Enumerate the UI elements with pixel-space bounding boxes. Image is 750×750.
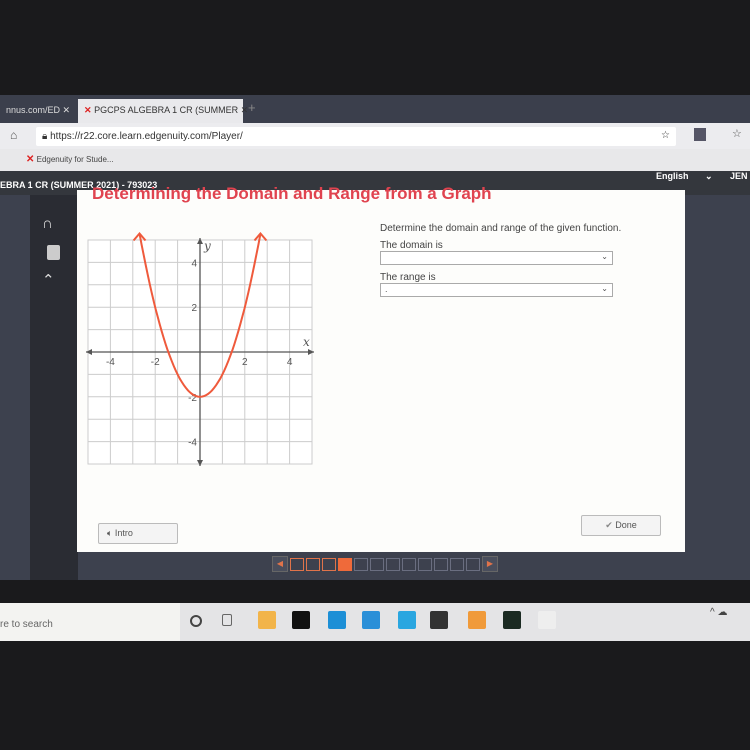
progress-step[interactable] bbox=[386, 557, 400, 571]
extension-icon[interactable] bbox=[694, 128, 706, 141]
x-tick-label: 2 bbox=[242, 357, 248, 368]
search-placeholder: re to search bbox=[0, 619, 53, 630]
language-select[interactable]: English ⌄ bbox=[656, 171, 713, 182]
progress-step[interactable] bbox=[434, 557, 448, 571]
range-select[interactable]: . ⌄ bbox=[380, 283, 613, 297]
y-tick-label: -4 bbox=[188, 438, 197, 449]
done-button[interactable]: ✔ Done bbox=[581, 515, 661, 536]
lock-icon: 🔒︎ bbox=[42, 131, 48, 142]
bookmark-label: Edgenuity for Stude... bbox=[36, 155, 114, 164]
check-icon: ✔ bbox=[605, 520, 613, 530]
system-tray-icon[interactable]: ^ ☁ bbox=[710, 607, 727, 618]
edge-icon[interactable] bbox=[328, 611, 346, 629]
question-prompt: Determine the domain and range of the gi… bbox=[380, 223, 622, 234]
taskbar: re to search ^ ☁ bbox=[0, 603, 750, 641]
progress-step[interactable] bbox=[306, 557, 320, 571]
intro-button[interactable]: 🔈︎ Intro bbox=[98, 523, 178, 544]
file-explorer-icon[interactable] bbox=[258, 611, 276, 629]
bookmarks-bar: ✕ Edgenuity for Stude... bbox=[0, 149, 750, 171]
game-icon[interactable] bbox=[468, 611, 486, 629]
y-axis-label: y bbox=[203, 239, 211, 253]
x-tick-label: -4 bbox=[106, 357, 115, 368]
domain-label: The domain is bbox=[380, 240, 443, 251]
y-tick-label: 2 bbox=[191, 303, 197, 314]
edgenuity-icon: ✕ bbox=[26, 154, 35, 165]
mail-icon[interactable] bbox=[362, 611, 380, 629]
done-label: Done bbox=[615, 520, 637, 530]
progress-step[interactable] bbox=[338, 557, 352, 571]
bookmark-edgenuity[interactable]: ✕ Edgenuity for Stude... bbox=[26, 154, 114, 165]
range-label: The range is bbox=[380, 272, 436, 283]
chevron-down-icon: ⌄ bbox=[601, 284, 608, 293]
prev-button[interactable]: ◀ bbox=[272, 556, 288, 572]
calculator-icon[interactable] bbox=[47, 245, 60, 260]
store-icon[interactable] bbox=[430, 611, 448, 629]
progress-step[interactable] bbox=[466, 557, 480, 571]
favorites-icon[interactable]: ☆ bbox=[732, 127, 742, 140]
headphones-icon[interactable]: ∩ bbox=[42, 215, 53, 232]
intro-label: Intro bbox=[114, 528, 133, 538]
cortana-icon[interactable] bbox=[190, 615, 202, 627]
x-tick-label: -2 bbox=[151, 357, 160, 368]
url-field[interactable]: 🔒︎ https://r22.core.learn.edgenuity.com/… bbox=[36, 127, 676, 146]
progress-step[interactable] bbox=[354, 557, 368, 571]
edgenuity-icon: ✕ bbox=[84, 105, 92, 115]
language-label: English bbox=[656, 171, 689, 181]
x-axis-label: x bbox=[303, 335, 310, 349]
browser-tab-active[interactable]: ✕ PGCPS ALGEBRA 1 CR (SUMMER ✕ bbox=[78, 99, 248, 123]
pen-icon[interactable]: ⌃ bbox=[42, 271, 55, 289]
tab-label: nnus.com/ED bbox=[6, 105, 61, 115]
x-tick-label: 4 bbox=[287, 357, 293, 368]
chevron-down-icon: ⌄ bbox=[601, 252, 608, 261]
chevron-down-icon: ⌄ bbox=[705, 171, 713, 181]
range-value: . bbox=[385, 284, 388, 294]
progress-step[interactable] bbox=[402, 557, 416, 571]
star-icon[interactable]: ☆ bbox=[661, 130, 670, 141]
browser-tab[interactable]: nnus.com/ED ✕ bbox=[0, 99, 76, 123]
url-text: https://r22.core.learn.edgenuity.com/Pla… bbox=[50, 131, 243, 142]
user-name[interactable]: JEN bbox=[730, 171, 748, 181]
tab-label: PGCPS ALGEBRA 1 CR (SUMMER bbox=[94, 105, 239, 115]
next-button[interactable]: ▶ bbox=[482, 556, 498, 572]
y-tick-label: 4 bbox=[191, 258, 197, 269]
taskbar-search[interactable]: re to search bbox=[0, 603, 180, 641]
tool-sidebar: ∩ ⌃ bbox=[30, 195, 78, 580]
address-bar-row: ⌂ 🔒︎ https://r22.core.learn.edgenuity.co… bbox=[0, 123, 750, 149]
progress-step[interactable] bbox=[322, 557, 336, 571]
progress-step[interactable] bbox=[370, 557, 384, 571]
domain-select[interactable]: ⌄ bbox=[380, 251, 613, 265]
progress-step[interactable] bbox=[290, 557, 304, 571]
graph: -4 -2 2 442-2-4xy bbox=[86, 232, 314, 466]
netflix-icon[interactable] bbox=[292, 611, 310, 629]
task-view-icon[interactable] bbox=[222, 614, 232, 626]
lesson-title: Determining the Domain and Range from a … bbox=[92, 184, 492, 203]
progress-step[interactable] bbox=[450, 557, 464, 571]
progress-step[interactable] bbox=[418, 557, 432, 571]
speaker-icon: 🔈︎ bbox=[107, 528, 113, 538]
progress-nav: ◀ ▶ bbox=[272, 556, 498, 572]
browser-tab-bar: nnus.com/ED ✕ ✕ PGCPS ALGEBRA 1 CR (SUMM… bbox=[0, 95, 750, 123]
l-app-icon[interactable] bbox=[398, 611, 416, 629]
new-tab-button[interactable]: + bbox=[248, 100, 256, 115]
hulu-icon[interactable] bbox=[503, 611, 521, 629]
home-icon[interactable]: ⌂ bbox=[10, 128, 17, 142]
itunes-icon[interactable] bbox=[538, 611, 556, 629]
